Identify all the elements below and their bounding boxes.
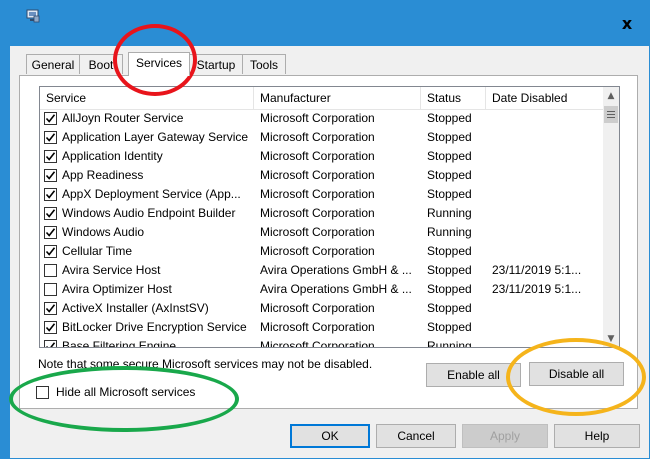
service-checkbox[interactable] bbox=[44, 321, 57, 334]
table-row[interactable]: Windows Audio Endpoint Builder Microsoft … bbox=[40, 204, 603, 223]
title-bar[interactable]: x bbox=[10, 0, 650, 46]
hide-microsoft-services-label[interactable]: Hide all Microsoft services bbox=[56, 385, 195, 399]
service-date-disabled: 23/11/2019 5:1... bbox=[492, 282, 582, 296]
service-checkbox[interactable] bbox=[44, 264, 57, 277]
tab-general[interactable]: General bbox=[26, 54, 80, 74]
service-checkbox[interactable] bbox=[44, 302, 57, 315]
tab-boot[interactable]: Boot bbox=[79, 54, 123, 74]
service-checkbox[interactable] bbox=[44, 207, 57, 220]
service-checkbox[interactable] bbox=[44, 226, 57, 239]
service-checkbox[interactable] bbox=[44, 131, 57, 144]
close-button[interactable]: x bbox=[604, 0, 650, 46]
tab-tools[interactable]: Tools bbox=[242, 54, 286, 74]
service-status: Stopped bbox=[427, 301, 472, 315]
service-checkbox[interactable] bbox=[44, 188, 57, 201]
cancel-button[interactable]: Cancel bbox=[376, 424, 456, 448]
column-header-service[interactable]: Service bbox=[40, 87, 254, 109]
service-manufacturer: Avira Operations GmbH & ... bbox=[260, 282, 412, 296]
service-name: Windows Audio bbox=[62, 225, 145, 239]
service-checkbox[interactable] bbox=[44, 340, 57, 347]
service-checkbox[interactable] bbox=[44, 150, 57, 163]
service-date-disabled: 23/11/2019 5:1... bbox=[492, 263, 582, 277]
table-row[interactable]: Application Layer Gateway Service Microso… bbox=[40, 128, 603, 147]
service-manufacturer: Microsoft Corporation bbox=[260, 168, 375, 182]
column-header-manufacturer[interactable]: Manufacturer bbox=[254, 87, 421, 109]
help-button[interactable]: Help bbox=[554, 424, 640, 448]
service-manufacturer: Microsoft Corporation bbox=[260, 225, 375, 239]
service-name: AppX Deployment Service (App... bbox=[62, 187, 241, 201]
service-status: Stopped bbox=[427, 320, 472, 334]
service-name: Application Layer Gateway Service bbox=[62, 130, 249, 144]
service-manufacturer: Microsoft Corporation bbox=[260, 187, 375, 201]
service-manufacturer: Microsoft Corporation bbox=[260, 339, 375, 348]
service-status: Stopped bbox=[427, 187, 472, 201]
service-name: BitLocker Drive Encryption Service bbox=[62, 320, 247, 334]
tab-startup[interactable]: Startup bbox=[189, 54, 243, 74]
service-checkbox[interactable] bbox=[44, 169, 57, 182]
service-status: Stopped bbox=[427, 149, 472, 163]
service-manufacturer: Avira Operations GmbH & ... bbox=[260, 263, 412, 277]
table-row[interactable]: App Readiness Microsoft Corporation Stoppe… bbox=[40, 166, 603, 185]
service-name: Base Filtering Engine bbox=[62, 339, 177, 348]
tab-services[interactable]: Services bbox=[128, 52, 190, 76]
service-checkbox[interactable] bbox=[44, 112, 57, 125]
table-row[interactable]: Application Identity Microsoft Corporatio… bbox=[40, 147, 603, 166]
column-header-date-disabled[interactable]: Date Disabled bbox=[486, 87, 603, 109]
service-status: Stopped bbox=[427, 130, 472, 144]
table-row[interactable]: AppX Deployment Service (App... Microsoft… bbox=[40, 185, 603, 204]
service-manufacturer: Microsoft Corporation bbox=[260, 130, 375, 144]
list-scrollbar[interactable]: ▲ ▼ bbox=[603, 86, 620, 348]
service-name: Avira Optimizer Host bbox=[62, 282, 172, 296]
table-row[interactable]: Avira Optimizer Host Avira Operations Gmb… bbox=[40, 280, 603, 299]
service-name: Cellular Time bbox=[62, 244, 133, 258]
service-status: Stopped bbox=[427, 111, 472, 125]
system-configuration-icon bbox=[26, 9, 40, 23]
service-status: Running bbox=[427, 225, 472, 239]
scroll-up-icon[interactable]: ▲ bbox=[603, 87, 619, 104]
service-name: Windows Audio Endpoint Builder bbox=[62, 206, 236, 220]
service-name: Application Identity bbox=[62, 149, 163, 163]
table-row[interactable]: Base Filtering Engine Microsoft Corporati… bbox=[40, 337, 603, 348]
table-row[interactable]: ActiveX Installer (AxInstSV) Microsoft Co… bbox=[40, 299, 603, 318]
service-checkbox[interactable] bbox=[44, 245, 57, 258]
enable-all-button[interactable]: Enable all bbox=[426, 363, 521, 387]
service-name: AllJoyn Router Service bbox=[62, 111, 184, 125]
table-row[interactable]: Windows Audio Microsoft Corporation Runnin… bbox=[40, 223, 603, 242]
service-manufacturer: Microsoft Corporation bbox=[260, 111, 375, 125]
close-icon: x bbox=[621, 13, 633, 33]
service-name: Avira Service Host bbox=[62, 263, 161, 277]
hide-microsoft-services-checkbox[interactable] bbox=[36, 386, 49, 399]
service-status: Running bbox=[427, 206, 472, 220]
ok-button[interactable]: OK bbox=[290, 424, 370, 448]
service-status: Stopped bbox=[427, 244, 472, 258]
table-row[interactable]: Avira Service Host Avira Operations GmbH … bbox=[40, 261, 603, 280]
list-header: Service Manufacturer Status Date Disable… bbox=[40, 87, 603, 110]
services-list[interactable]: Service Manufacturer Status Date Disable… bbox=[39, 86, 604, 348]
service-name: ActiveX Installer (AxInstSV) bbox=[62, 301, 209, 315]
service-manufacturer: Microsoft Corporation bbox=[260, 149, 375, 163]
service-status: Stopped bbox=[427, 263, 472, 277]
service-status: Stopped bbox=[427, 282, 472, 296]
service-manufacturer: Microsoft Corporation bbox=[260, 244, 375, 258]
service-manufacturer: Microsoft Corporation bbox=[260, 206, 375, 220]
table-row[interactable]: BitLocker Drive Encryption Service Micros… bbox=[40, 318, 603, 337]
column-header-status[interactable]: Status bbox=[421, 87, 486, 109]
secure-services-note: Note that some secure Microsoft services… bbox=[38, 357, 373, 371]
scroll-thumb[interactable] bbox=[604, 106, 618, 123]
service-name: App Readiness bbox=[62, 168, 144, 182]
service-status: Stopped bbox=[427, 168, 472, 182]
apply-button[interactable]: Apply bbox=[462, 424, 548, 448]
table-row[interactable]: Cellular Time Microsoft Corporation Stoppe… bbox=[40, 242, 603, 261]
service-manufacturer: Microsoft Corporation bbox=[260, 320, 375, 334]
service-status: Running bbox=[427, 339, 472, 348]
service-checkbox[interactable] bbox=[44, 283, 57, 296]
scroll-down-icon[interactable]: ▼ bbox=[603, 330, 619, 347]
table-row[interactable]: AllJoyn Router Service Microsoft Corporat… bbox=[40, 109, 603, 128]
service-manufacturer: Microsoft Corporation bbox=[260, 301, 375, 315]
disable-all-button[interactable]: Disable all bbox=[529, 362, 624, 386]
